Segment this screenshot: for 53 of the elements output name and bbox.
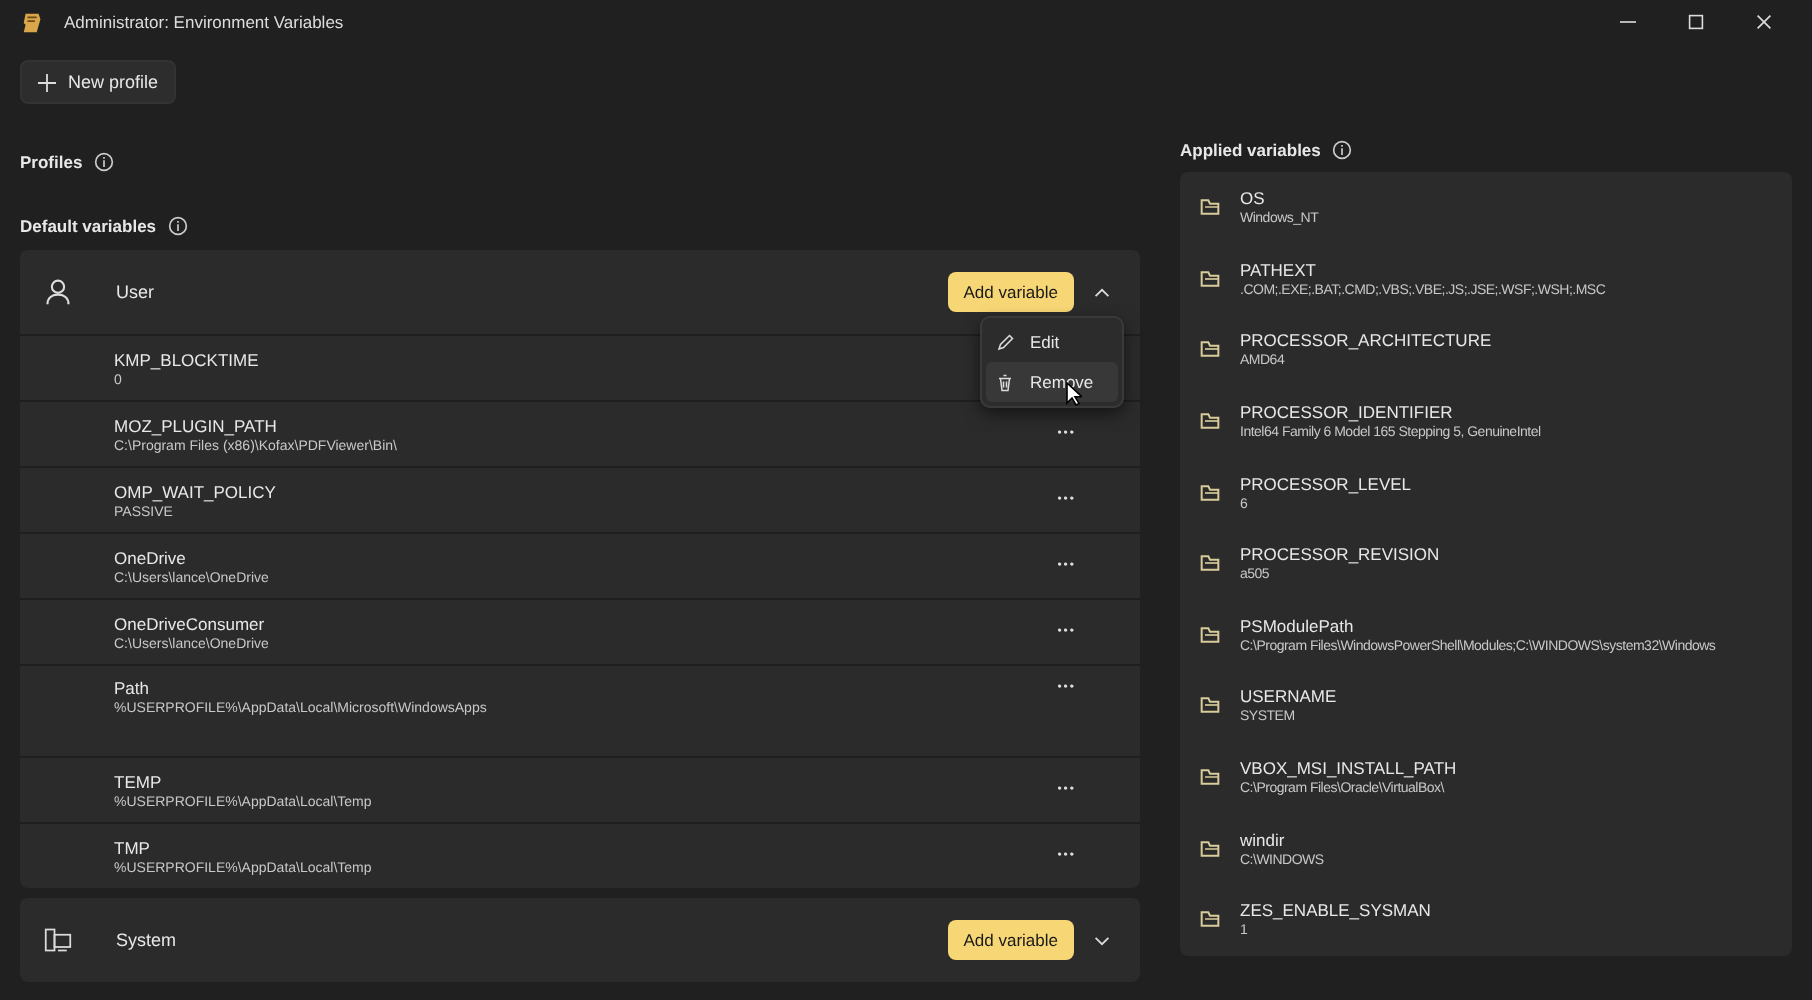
variable-name: OS <box>1240 188 1267 209</box>
chevron-icon[interactable] <box>1094 935 1110 945</box>
variable-name: PATHEXT <box>1240 259 1318 280</box>
variable-name: USERNAME <box>1240 686 1337 707</box>
folder-icon <box>1200 269 1220 288</box>
variable-name: TMP <box>114 837 152 857</box>
section-heading: Default variables <box>20 216 157 236</box>
variable-name: OneDriveConsumer <box>114 613 267 633</box>
folder-icon <box>1200 696 1220 715</box>
folder-icon <box>1200 625 1220 644</box>
variable-name: OneDrive <box>114 547 188 567</box>
variable-name: ZES_ENABLE_SYSMAN <box>1240 900 1431 921</box>
section-heading: Applied variables <box>1180 140 1321 160</box>
info-icon[interactable] <box>94 152 115 172</box>
computer-icon <box>44 926 72 954</box>
app-icon <box>20 9 46 35</box>
folder-icon <box>1200 340 1220 359</box>
pencil-icon <box>996 333 1014 351</box>
folder-icon <box>1200 483 1220 502</box>
add-variable-button[interactable]: Add variable <box>947 272 1074 312</box>
trash-icon <box>996 373 1014 391</box>
variable-name: VBOX_MSI_INSTALL_PATH <box>1240 758 1457 779</box>
folder-icon <box>1200 412 1220 431</box>
section-heading: Profiles <box>20 152 83 172</box>
menu-item[interactable]: Remove <box>986 362 1118 402</box>
variable-name: Path <box>114 678 151 698</box>
group-name: User <box>116 282 155 302</box>
folder-icon <box>1200 768 1220 787</box>
variable-name: PROCESSOR_LEVEL <box>1240 473 1412 494</box>
folder-icon <box>1200 910 1220 929</box>
variable-name: PROCESSOR_IDENTIFIER <box>1240 402 1455 423</box>
folder-icon <box>1200 554 1220 573</box>
variable-name: PROCESSOR_REVISION <box>1240 544 1440 565</box>
add-variable-button[interactable]: Add variable <box>947 920 1074 960</box>
variable-name: PSModulePath <box>1240 615 1356 636</box>
variable-name: KMP_BLOCKTIME <box>114 349 259 369</box>
window-title: Administrator: Environment Variables <box>64 12 344 32</box>
folder-icon <box>1200 839 1220 858</box>
folder-icon <box>1200 198 1220 217</box>
chevron-icon[interactable] <box>1094 287 1110 297</box>
maximize-icon[interactable] <box>1688 14 1704 30</box>
variable-name: OMP_WAIT_POLICY <box>114 481 276 501</box>
variable-name: windir <box>1240 829 1287 850</box>
variable-name: PROCESSOR_ARCHITECTURE <box>1240 330 1492 351</box>
info-icon[interactable] <box>1332 140 1353 160</box>
variable-name: MOZ_PLUGIN_PATH <box>114 415 279 435</box>
person-icon <box>44 278 72 306</box>
group-name: System <box>116 930 177 950</box>
variable-name: TEMP <box>114 771 164 791</box>
close-icon[interactable] <box>1756 14 1772 30</box>
plus-icon <box>38 73 56 91</box>
new-profile-button[interactable]: New profile <box>20 60 177 104</box>
info-icon[interactable] <box>168 216 189 236</box>
